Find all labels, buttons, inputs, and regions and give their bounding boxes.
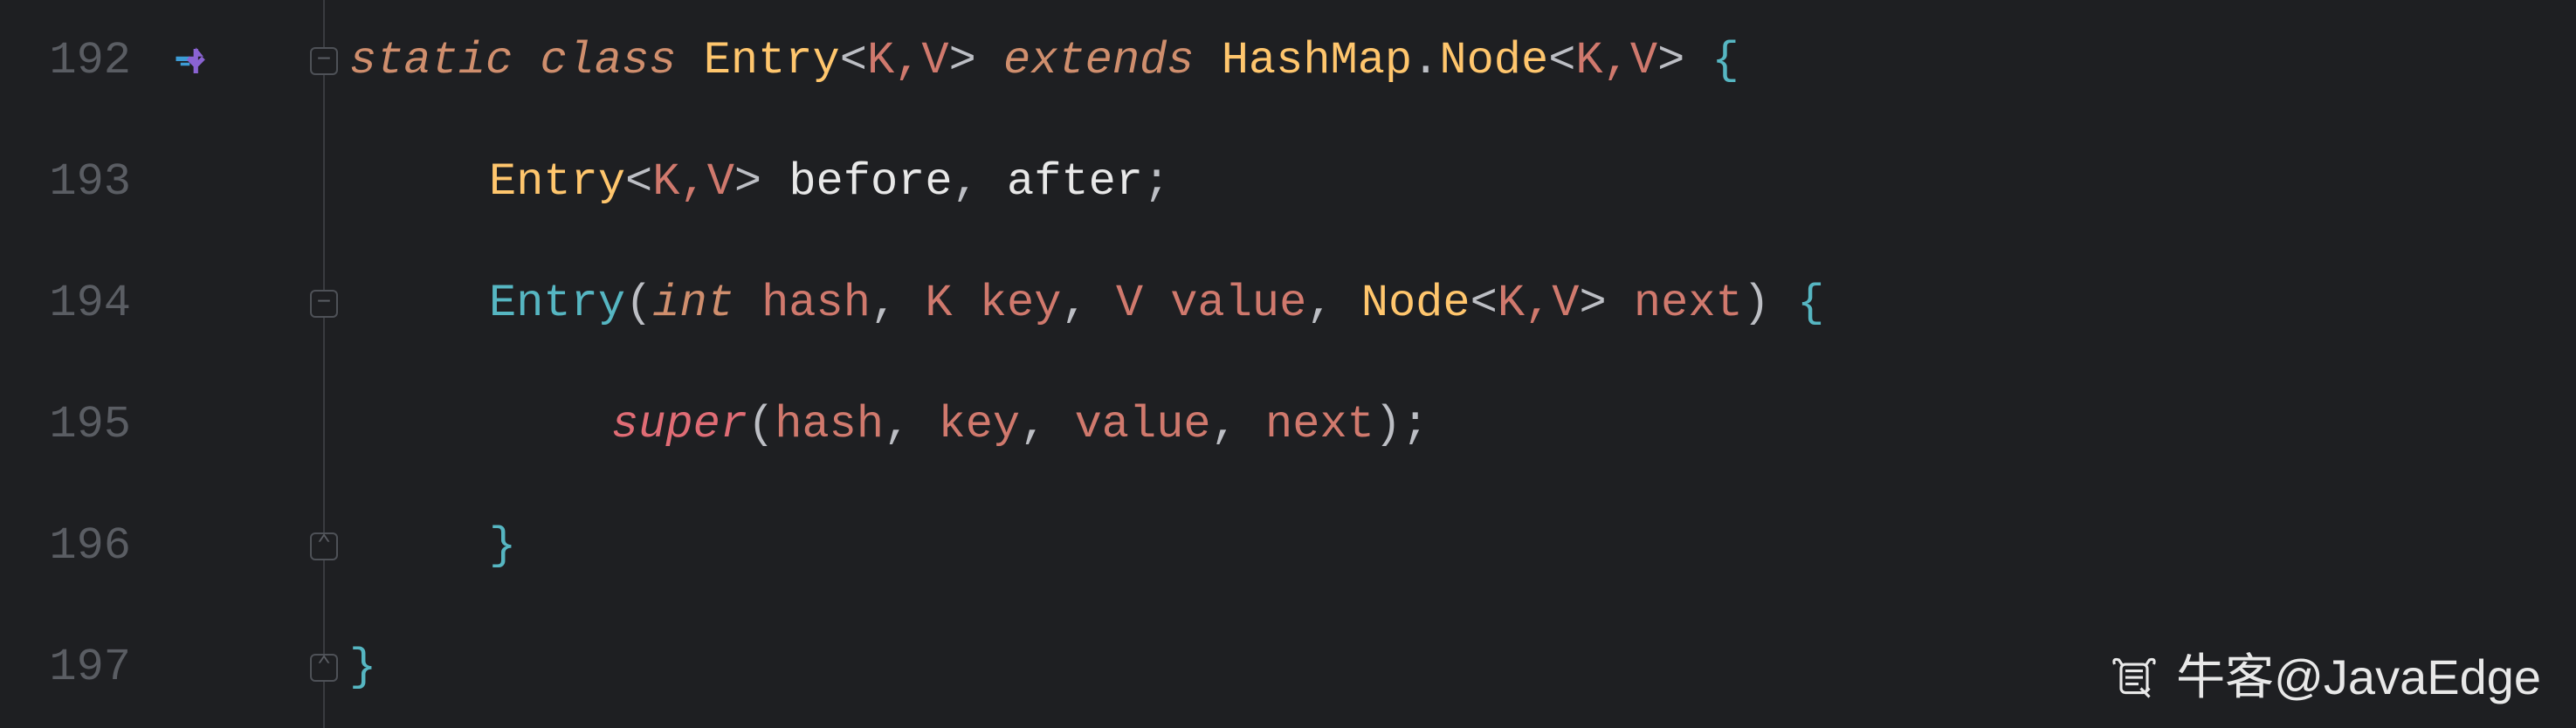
- field-name: before: [789, 156, 952, 208]
- line-number: 197: [49, 645, 131, 690]
- line-number: 193: [49, 160, 131, 205]
- param: value: [1170, 278, 1306, 329]
- keyword-static: static: [349, 35, 513, 86]
- type-ref: Node: [1361, 278, 1471, 329]
- line-number: 194: [49, 281, 131, 326]
- param-type: K: [925, 278, 952, 329]
- line-number-gutter: 194: [0, 243, 175, 364]
- code-line[interactable]: 192 − static class Entry<K,V> extends Ha…: [0, 0, 2576, 121]
- keyword-int: int: [652, 278, 734, 329]
- code-content: static class Entry<K,V> extends HashMap.…: [175, 38, 1739, 84]
- line-number-gutter: 192: [0, 0, 175, 121]
- code-content: }: [175, 524, 516, 569]
- close-brace: }: [489, 520, 516, 572]
- code-line[interactable]: 196 ⌃ }: [0, 485, 2576, 607]
- keyword-extends: extends: [1003, 35, 1194, 86]
- line-number-gutter: 193: [0, 121, 175, 243]
- keyword-class: class: [540, 35, 676, 86]
- code-line[interactable]: 193 Entry<K,V> before, after;: [0, 121, 2576, 243]
- type-param: V: [921, 35, 948, 86]
- line-number: 196: [49, 524, 131, 569]
- line-number-gutter: 197: [0, 607, 175, 728]
- code-content: }: [175, 645, 376, 690]
- code-editor: 192 − static class Entry<K,V> extends Ha…: [0, 0, 2576, 728]
- code-line[interactable]: 194 − Entry(int hash, K key, V value, No…: [0, 243, 2576, 364]
- param: hash: [761, 278, 871, 329]
- param-type: V: [1116, 278, 1143, 329]
- open-brace: {: [1712, 35, 1739, 86]
- code-content: super(hash, key, value, next);: [175, 402, 1429, 448]
- line-number: 192: [49, 38, 131, 84]
- arg: hash: [775, 399, 884, 450]
- class-name: Entry: [704, 35, 840, 86]
- type-ref: Entry: [489, 156, 625, 208]
- close-brace: }: [349, 642, 376, 693]
- line-number-gutter: 196: [0, 485, 175, 607]
- type-param: K: [1575, 35, 1602, 86]
- watermark-text: 牛客@JavaEdge: [2176, 653, 2541, 702]
- type-param: K: [867, 35, 894, 86]
- constructor-name: Entry: [489, 278, 625, 329]
- type-param: V: [1630, 35, 1657, 86]
- arg: next: [1265, 399, 1374, 450]
- param: next: [1634, 278, 1743, 329]
- arg: value: [1075, 399, 1211, 450]
- field-name: after: [1007, 156, 1143, 208]
- line-number: 195: [49, 402, 131, 448]
- class-ref: HashMap: [1222, 35, 1412, 86]
- class-ref: Node: [1439, 35, 1548, 86]
- arg: key: [939, 399, 1021, 450]
- param: key: [980, 278, 1062, 329]
- code-line[interactable]: 195 super(hash, key, value, next);: [0, 364, 2576, 485]
- code-content: Entry<K,V> before, after;: [175, 160, 1170, 205]
- cow-icon: [2108, 651, 2160, 704]
- watermark: 牛客@JavaEdge: [2108, 651, 2541, 704]
- line-number-gutter: 195: [0, 364, 175, 485]
- keyword-super: super: [611, 399, 747, 450]
- code-content: Entry(int hash, K key, V value, Node<K,V…: [175, 281, 1824, 326]
